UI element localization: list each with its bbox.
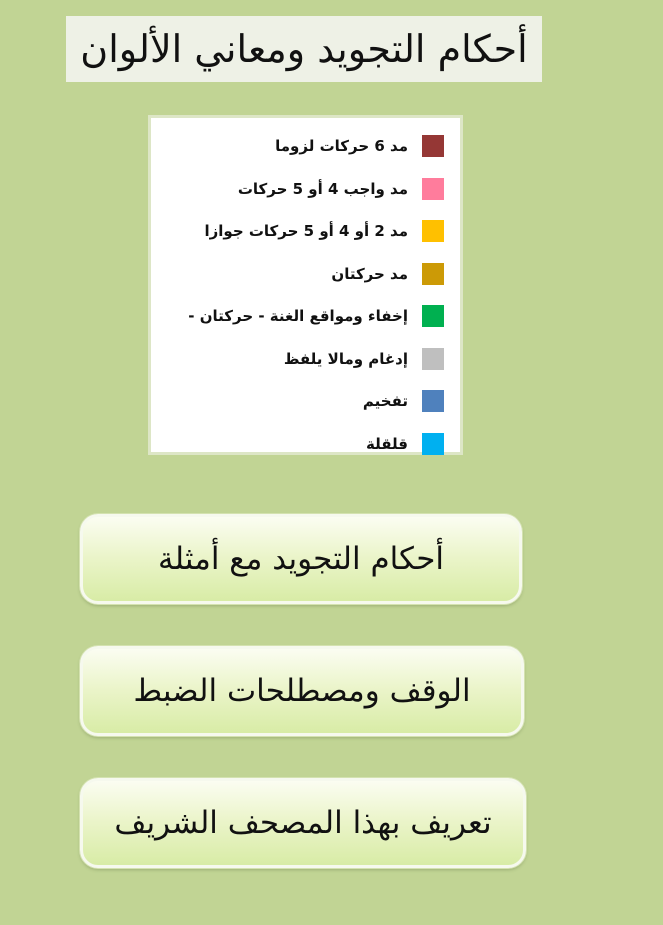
- color-swatch: [422, 177, 444, 200]
- legend-item-label: مد حركتان: [331, 264, 408, 283]
- legend-item-label: مد 2 أو 4 أو 5 حركات جوازا: [204, 222, 409, 241]
- mushaf-intro-button[interactable]: تعريف بهذا المصحف الشريف: [80, 778, 526, 868]
- color-swatch: [422, 390, 444, 413]
- waqf-terms-button[interactable]: الوقف ومصطلحات الضبط: [80, 646, 524, 736]
- legend-item: مد حركتان: [151, 253, 444, 296]
- color-swatch: [422, 305, 444, 328]
- legend-item-label: إدغام ومالا يلفظ: [283, 349, 408, 368]
- button-label: الوقف ومصطلحات الضبط: [133, 673, 471, 709]
- color-swatch: [422, 347, 444, 370]
- page-title: أحكام التجويد ومعاني الألوان: [80, 27, 528, 71]
- button-label: أحكام التجويد مع أمثلة: [158, 541, 444, 577]
- legend-item: تفخيم: [151, 380, 444, 423]
- color-swatch: [422, 135, 444, 158]
- legend-item-label: مد 6 حركات لزوما: [275, 137, 408, 156]
- color-swatch: [422, 262, 444, 285]
- title-banner: أحكام التجويد ومعاني الألوان: [66, 16, 542, 82]
- legend-item: مد 6 حركات لزوما: [151, 125, 444, 168]
- color-swatch: [422, 432, 444, 455]
- legend-item: إدغام ومالا يلفظ: [151, 338, 444, 381]
- tajweed-rules-examples-button[interactable]: أحكام التجويد مع أمثلة: [80, 514, 522, 604]
- legend-item: مد 2 أو 4 أو 5 حركات جوازا: [151, 210, 444, 253]
- legend-item: قلقلة: [151, 423, 444, 466]
- legend-item: إخفاء ومواقع الغنة - حركتان -: [151, 295, 444, 338]
- legend-item-label: إخفاء ومواقع الغنة - حركتان -: [188, 307, 408, 326]
- legend-item-label: مد واجب 4 أو 5 حركات: [237, 179, 408, 198]
- button-label: تعريف بهذا المصحف الشريف: [114, 805, 492, 841]
- legend-item-label: تفخيم: [362, 392, 408, 411]
- legend-item-label: قلقلة: [366, 434, 408, 453]
- legend-item: مد واجب 4 أو 5 حركات: [151, 168, 444, 211]
- color-legend: مد 6 حركات لزوما مد واجب 4 أو 5 حركات مد…: [148, 115, 463, 455]
- color-swatch: [422, 220, 444, 243]
